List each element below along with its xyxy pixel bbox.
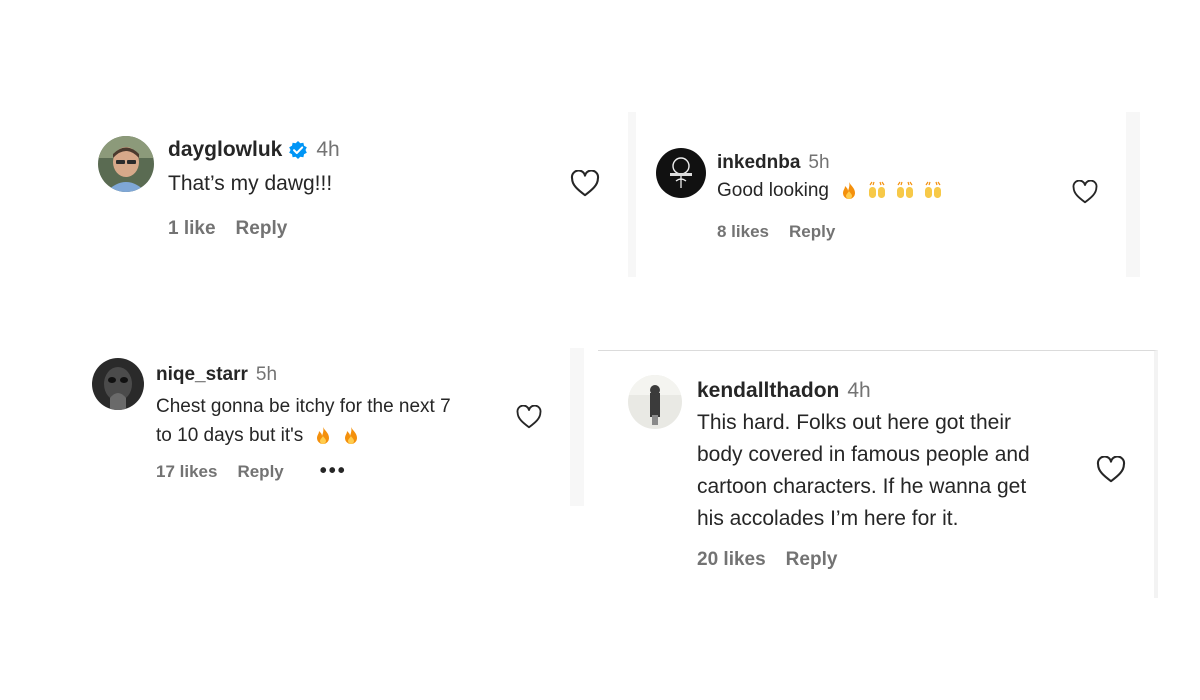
comment-text-line: Chest gonna be itchy for the next 7 [156,396,451,417]
avatar[interactable] [628,375,682,429]
comment-text-line: cartoon characters. If he wanna get [697,475,1027,498]
avatar[interactable] [656,148,706,198]
comment-text-content: Good looking [717,180,829,201]
likes-count[interactable]: 20 likes [697,549,766,571]
comment-text-line: body covered in famous people and [697,443,1030,466]
reply-button[interactable]: Reply [237,462,283,482]
username[interactable]: dayglowluk [168,138,282,162]
username[interactable]: niqe_starr [156,364,248,386]
comment-header: kendallthadon 4h [697,379,871,403]
reply-button[interactable]: Reply [786,549,838,571]
comment-text-line: to 10 days but it's [156,421,451,450]
comment-text: Good looking [717,180,943,202]
comment-header: niqe_starr 5h [156,364,277,386]
likes-count[interactable]: 1 like [168,218,216,240]
reply-button[interactable]: Reply [236,218,288,240]
heart-icon[interactable] [570,170,600,197]
verified-badge-icon [288,140,308,160]
more-options-button[interactable]: ••• [320,460,347,483]
comment-text: That’s my dawg!!! [168,172,333,195]
comment-inkednba: inkednba 5h Good looking 8 likes Reply [628,112,1140,277]
raising-hands-emoji-icon [867,181,887,201]
heart-icon[interactable] [1096,456,1126,483]
avatar[interactable] [92,358,144,410]
username[interactable]: inkednba [717,152,800,174]
avatar[interactable] [98,136,154,192]
comment-dayglowluk: dayglowluk 4h That’s my dawg!!! 1 like R… [80,110,620,280]
timestamp[interactable]: 5h [808,152,829,174]
raising-hands-emoji-icon [923,181,943,201]
comment-text-line: his accolades I’m here for it. [697,507,959,530]
comment-text: Chest gonna be itchy for the next 7 to 1… [156,392,451,450]
comment-actions: 1 like Reply [168,218,287,240]
heart-icon[interactable] [1072,180,1098,204]
likes-count[interactable]: 8 likes [717,222,769,242]
reply-button[interactable]: Reply [789,222,835,242]
timestamp[interactable]: 4h [316,138,339,162]
comment-actions: 17 likes Reply ••• [156,460,347,483]
username[interactable]: kendallthadon [697,379,839,403]
fire-emoji-icon [313,426,333,446]
comment-text: This hard. Folks out here got their body… [697,407,1030,535]
timestamp[interactable]: 4h [847,379,870,403]
heart-icon[interactable] [516,405,542,429]
comment-actions: 8 likes Reply [717,222,835,242]
fire-emoji-icon [839,181,859,201]
comment-text-line: This hard. Folks out here got their [697,411,1011,434]
comment-header: dayglowluk 4h [168,138,340,162]
fire-emoji-icon [341,426,361,446]
comment-header: inkednba 5h [717,152,830,174]
comment-actions: 20 likes Reply [697,549,837,571]
comment-kendallthadon: kendallthadon 4h This hard. Folks out he… [598,350,1158,598]
timestamp[interactable]: 5h [256,364,277,386]
raising-hands-emoji-icon [895,181,915,201]
comment-text-content: to 10 days but it's [156,425,304,446]
likes-count[interactable]: 17 likes [156,462,217,482]
comment-niqe-starr: niqe_starr 5h Chest gonna be itchy for t… [78,348,584,506]
